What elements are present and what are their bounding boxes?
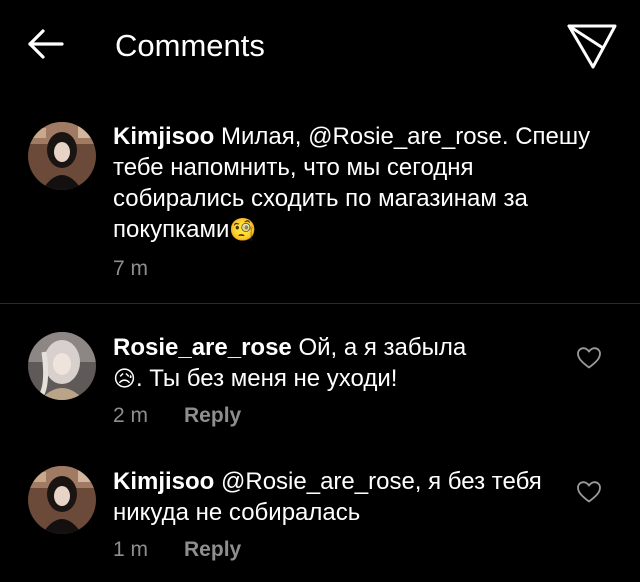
- caption-timestamp: 7 m: [113, 257, 149, 280]
- comment-message: Ой, а я забыла: [291, 334, 467, 361]
- avatar-kimjisoo[interactable]: [28, 466, 96, 534]
- sad-face-emoji: 😥: [113, 367, 136, 392]
- comment-meta: 2 m Reply: [113, 403, 241, 429]
- comment-timestamp: 2 m: [113, 404, 149, 427]
- comment-text: Kimjisoo @Rosie_are_rose, я без тебя ник…: [113, 466, 543, 528]
- face-with-monocle-emoji: 🧐: [229, 218, 257, 243]
- comment-text: Rosie_are_rose Ой, а я забыла 😥. Ты без м…: [113, 332, 553, 395]
- caption-text: Kimjisoo Милая, @Rosie_are_rose. Спешу т…: [113, 121, 608, 246]
- comment-meta: 1 m Reply: [113, 537, 241, 563]
- comment-username[interactable]: Kimjisoo: [113, 468, 214, 495]
- page-title: Comments: [115, 28, 265, 63]
- avatar-kimjisoo[interactable]: [28, 122, 96, 190]
- reply-button[interactable]: Reply: [184, 404, 241, 427]
- reply-button[interactable]: Reply: [184, 538, 241, 561]
- heart-icon[interactable]: [576, 480, 602, 504]
- comment-timestamp: 1 m: [113, 538, 149, 561]
- caption-meta: 7 m: [113, 256, 148, 282]
- heart-icon[interactable]: [576, 346, 602, 370]
- caption-username[interactable]: Kimjisoo: [113, 123, 214, 150]
- avatar-rosie[interactable]: [28, 332, 96, 400]
- header: Comments: [0, 0, 640, 92]
- comment-message-continued: . Ты без меня не уходи!: [135, 365, 398, 392]
- back-arrow-icon[interactable]: [26, 24, 66, 64]
- comment-username[interactable]: Rosie_are_rose: [113, 334, 292, 361]
- divider: [0, 303, 640, 304]
- send-icon[interactable]: [566, 22, 618, 70]
